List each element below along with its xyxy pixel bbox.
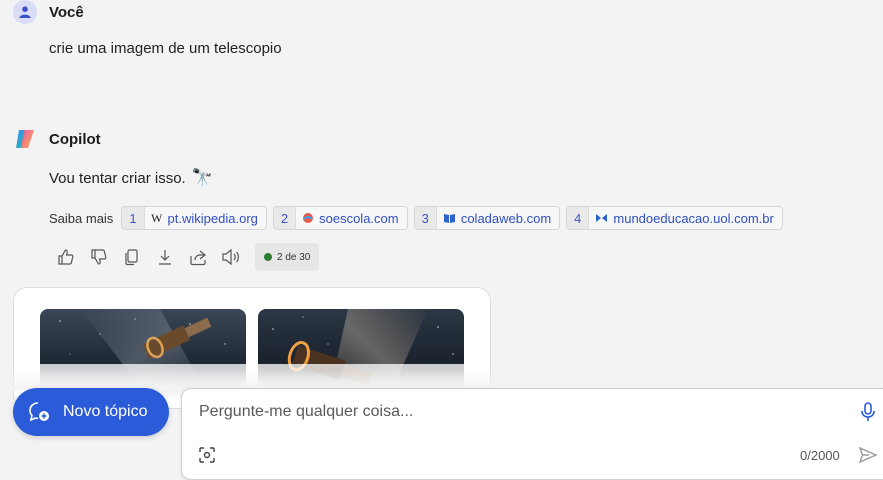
share-icon[interactable]: [187, 246, 209, 268]
turn-counter-text: 2 de 30: [277, 251, 311, 263]
source-number: 3: [414, 207, 437, 229]
sources-label: Saiba mais: [49, 210, 114, 226]
source-number: 1: [122, 207, 145, 229]
telescope-emoji: 🔭: [191, 168, 213, 187]
source-link-1[interactable]: 1 W pt.wikipedia.org: [121, 206, 267, 230]
copilot-name: Copilot: [49, 130, 101, 148]
source-link-3[interactable]: 3 coladaweb.com: [413, 206, 561, 230]
wikipedia-icon: W: [151, 212, 163, 224]
user-name: Você: [49, 3, 84, 21]
copy-icon[interactable]: [121, 246, 143, 268]
new-topic-button[interactable]: Novo tópico: [13, 388, 169, 436]
soescola-icon: [302, 212, 314, 224]
source-link-2[interactable]: 2 soescola.com: [272, 206, 408, 230]
user-avatar-icon: [13, 0, 37, 24]
microphone-icon[interactable]: [860, 401, 876, 428]
send-icon[interactable]: [858, 446, 878, 469]
message-actions: 2 de 30: [55, 243, 320, 271]
source-link-4[interactable]: 4 mundoeducacao.uol.com.br: [566, 206, 783, 230]
svg-text:W: W: [151, 212, 163, 224]
new-topic-label: Novo tópico: [63, 403, 148, 420]
chat-input[interactable]: [197, 402, 801, 422]
coladaweb-icon: [443, 212, 456, 224]
source-domain: mundoeducacao.uol.com.br: [613, 210, 774, 226]
copilot-message-text: Vou tentar criar isso.: [49, 169, 186, 187]
source-domain: soescola.com: [319, 210, 399, 226]
speaker-icon[interactable]: [220, 246, 242, 268]
mundoeducacao-icon: [595, 212, 608, 224]
turn-counter: 2 de 30: [255, 243, 320, 271]
user-message-text: crie uma imagem de um telescopio: [49, 40, 282, 57]
user-message-header: Você: [13, 0, 84, 24]
source-domain: coladaweb.com: [460, 210, 552, 226]
image-search-icon[interactable]: [198, 446, 216, 469]
copilot-message: Vou tentar criar isso. 🔭: [49, 168, 213, 188]
thumbs-down-icon[interactable]: [88, 246, 110, 268]
copilot-logo-icon: [13, 127, 37, 151]
thumbs-up-icon[interactable]: [55, 246, 77, 268]
chat-composer: 0/2000: [181, 388, 883, 480]
sources-row: Saiba mais 1 W pt.wikipedia.org 2 soesco…: [49, 206, 783, 230]
copilot-message-header: Copilot: [13, 127, 101, 151]
scroll-fade: [0, 370, 883, 390]
status-dot-icon: [264, 253, 272, 261]
source-domain: pt.wikipedia.org: [167, 210, 258, 226]
source-number: 2: [273, 207, 297, 229]
new-chat-icon: [27, 400, 51, 424]
source-number: 4: [567, 207, 590, 229]
download-icon[interactable]: [154, 246, 176, 268]
character-count: 0/2000: [800, 448, 840, 463]
